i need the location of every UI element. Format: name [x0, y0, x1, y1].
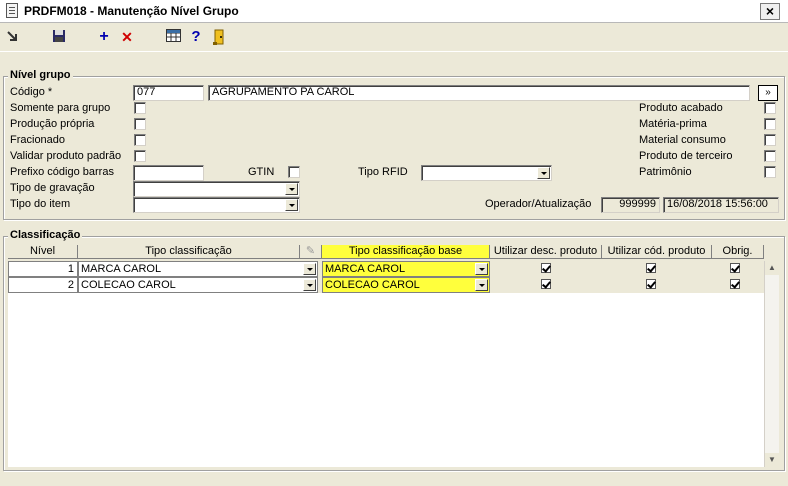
grid-scrollbar[interactable]: ▲ ▼: [764, 261, 779, 467]
tipo-item-select[interactable]: [133, 197, 300, 213]
dropdown-arrow-icon[interactable]: [475, 263, 488, 275]
row1-desc-checkbox[interactable]: [541, 263, 551, 273]
materia-prima-checkbox[interactable]: [764, 118, 776, 130]
fracionado-checkbox[interactable]: [134, 134, 146, 146]
row1-cod-checkbox[interactable]: [646, 263, 656, 273]
row2-obrig-checkbox[interactable]: [730, 279, 740, 289]
validar-produto-checkbox[interactable]: [134, 150, 146, 162]
dropdown-arrow-icon[interactable]: [303, 279, 316, 291]
materia-prima-label: Matéria-prima: [639, 118, 707, 130]
back-arrow-icon[interactable]: [4, 29, 20, 45]
somente-grupo-checkbox[interactable]: [134, 102, 146, 114]
codigo-input[interactable]: 077: [133, 85, 204, 101]
close-button[interactable]: ×: [760, 3, 780, 20]
producao-propria-label: Produção própria: [10, 118, 95, 130]
codigo-label: Código *: [10, 86, 53, 98]
add-icon[interactable]: +: [96, 29, 112, 45]
header-desc-produto[interactable]: Utilizar desc. produto: [490, 245, 602, 259]
row1-nivel[interactable]: 1: [8, 261, 78, 277]
material-consumo-label: Material consumo: [639, 134, 726, 146]
dropdown-arrow-icon[interactable]: [475, 279, 488, 291]
produto-terceiro-checkbox[interactable]: [764, 150, 776, 162]
somente-grupo-label: Somente para grupo: [10, 102, 111, 114]
gtin-checkbox[interactable]: [288, 166, 300, 178]
row2-tipo-base-value: COLECAO CAROL: [325, 279, 420, 291]
window-title: PRDFM018 - Manutenção Nível Grupo: [24, 4, 239, 18]
row2-tipo-value: COLECAO CAROL: [81, 279, 176, 291]
gtin-label: GTIN: [248, 166, 275, 178]
tipo-gravacao-select[interactable]: [133, 181, 300, 197]
grid-empty-area: [8, 293, 764, 467]
scroll-down-icon[interactable]: ▼: [765, 453, 779, 467]
atualizacao-field: 16/08/2018 15:56:00: [663, 197, 779, 213]
nivel-grupo-legend: Nível grupo: [8, 69, 73, 81]
operador-label: Operador/Atualização: [485, 198, 592, 210]
operador-field: 999999: [601, 197, 660, 213]
header-tipo-classificacao[interactable]: Tipo classificação: [78, 245, 300, 259]
produto-acabado-checkbox[interactable]: [764, 102, 776, 114]
row2-tipo-base-select[interactable]: COLECAO CAROL: [322, 277, 490, 293]
header-tipo-base[interactable]: Tipo classificação base: [322, 245, 490, 259]
header-cod-produto[interactable]: Utilizar cód. produto: [602, 245, 712, 259]
header-obrig[interactable]: Obrig.: [712, 245, 764, 259]
tipo-gravacao-label: Tipo de gravação: [10, 182, 95, 194]
title-bar: PRDFM018 - Manutenção Nível Grupo ×: [0, 0, 788, 23]
patrimonio-checkbox[interactable]: [764, 166, 776, 178]
tipo-item-label: Tipo do item: [10, 198, 71, 210]
descricao-input[interactable]: AGRUPAMENTO PA CAROL: [208, 85, 750, 101]
scroll-up-icon[interactable]: ▲: [765, 261, 779, 275]
validar-produto-label: Validar produto padrão: [10, 150, 122, 162]
lookup-button[interactable]: »: [758, 85, 778, 101]
fracionado-label: Fracionado: [10, 134, 66, 146]
row2-tipo-select[interactable]: COLECAO CAROL: [78, 277, 318, 293]
save-icon[interactable]: [51, 29, 67, 45]
produto-acabado-label: Produto acabado: [639, 102, 723, 114]
header-edit-icon: ✎: [300, 245, 322, 259]
classificacao-legend: Classificação: [8, 229, 83, 241]
material-consumo-checkbox[interactable]: [764, 134, 776, 146]
document-icon: [6, 3, 18, 18]
prefixo-label: Prefixo código barras: [10, 166, 114, 178]
tipo-rfid-label: Tipo RFID: [358, 166, 408, 178]
dropdown-arrow-icon[interactable]: [285, 183, 298, 195]
dropdown-arrow-icon[interactable]: [285, 199, 298, 211]
row2-desc-checkbox[interactable]: [541, 279, 551, 289]
row1-obrig-checkbox[interactable]: [730, 263, 740, 273]
tipo-rfid-select[interactable]: [421, 165, 552, 181]
prefixo-input[interactable]: [133, 165, 204, 181]
header-nivel[interactable]: Nível: [8, 245, 78, 259]
patrimonio-label: Patrimônio: [639, 166, 692, 178]
row2-nivel[interactable]: 2: [8, 277, 78, 293]
row1-tipo-select[interactable]: MARCA CAROL: [78, 261, 318, 277]
row2-cod-checkbox[interactable]: [646, 279, 656, 289]
dropdown-arrow-icon[interactable]: [303, 263, 316, 275]
grid-icon[interactable]: [165, 29, 181, 45]
help-icon[interactable]: ?: [188, 29, 204, 45]
dropdown-arrow-icon[interactable]: [537, 167, 550, 179]
row1-tipo-base-select[interactable]: MARCA CAROL: [322, 261, 490, 277]
producao-propria-checkbox[interactable]: [134, 118, 146, 130]
toolbar: + ✕ ?: [0, 23, 788, 52]
produto-terceiro-label: Produto de terceiro: [639, 150, 733, 162]
row1-tipo-base-value: MARCA CAROL: [325, 263, 406, 275]
exit-door-icon[interactable]: [211, 29, 227, 45]
delete-icon[interactable]: ✕: [119, 29, 135, 45]
row1-tipo-value: MARCA CAROL: [81, 263, 162, 275]
